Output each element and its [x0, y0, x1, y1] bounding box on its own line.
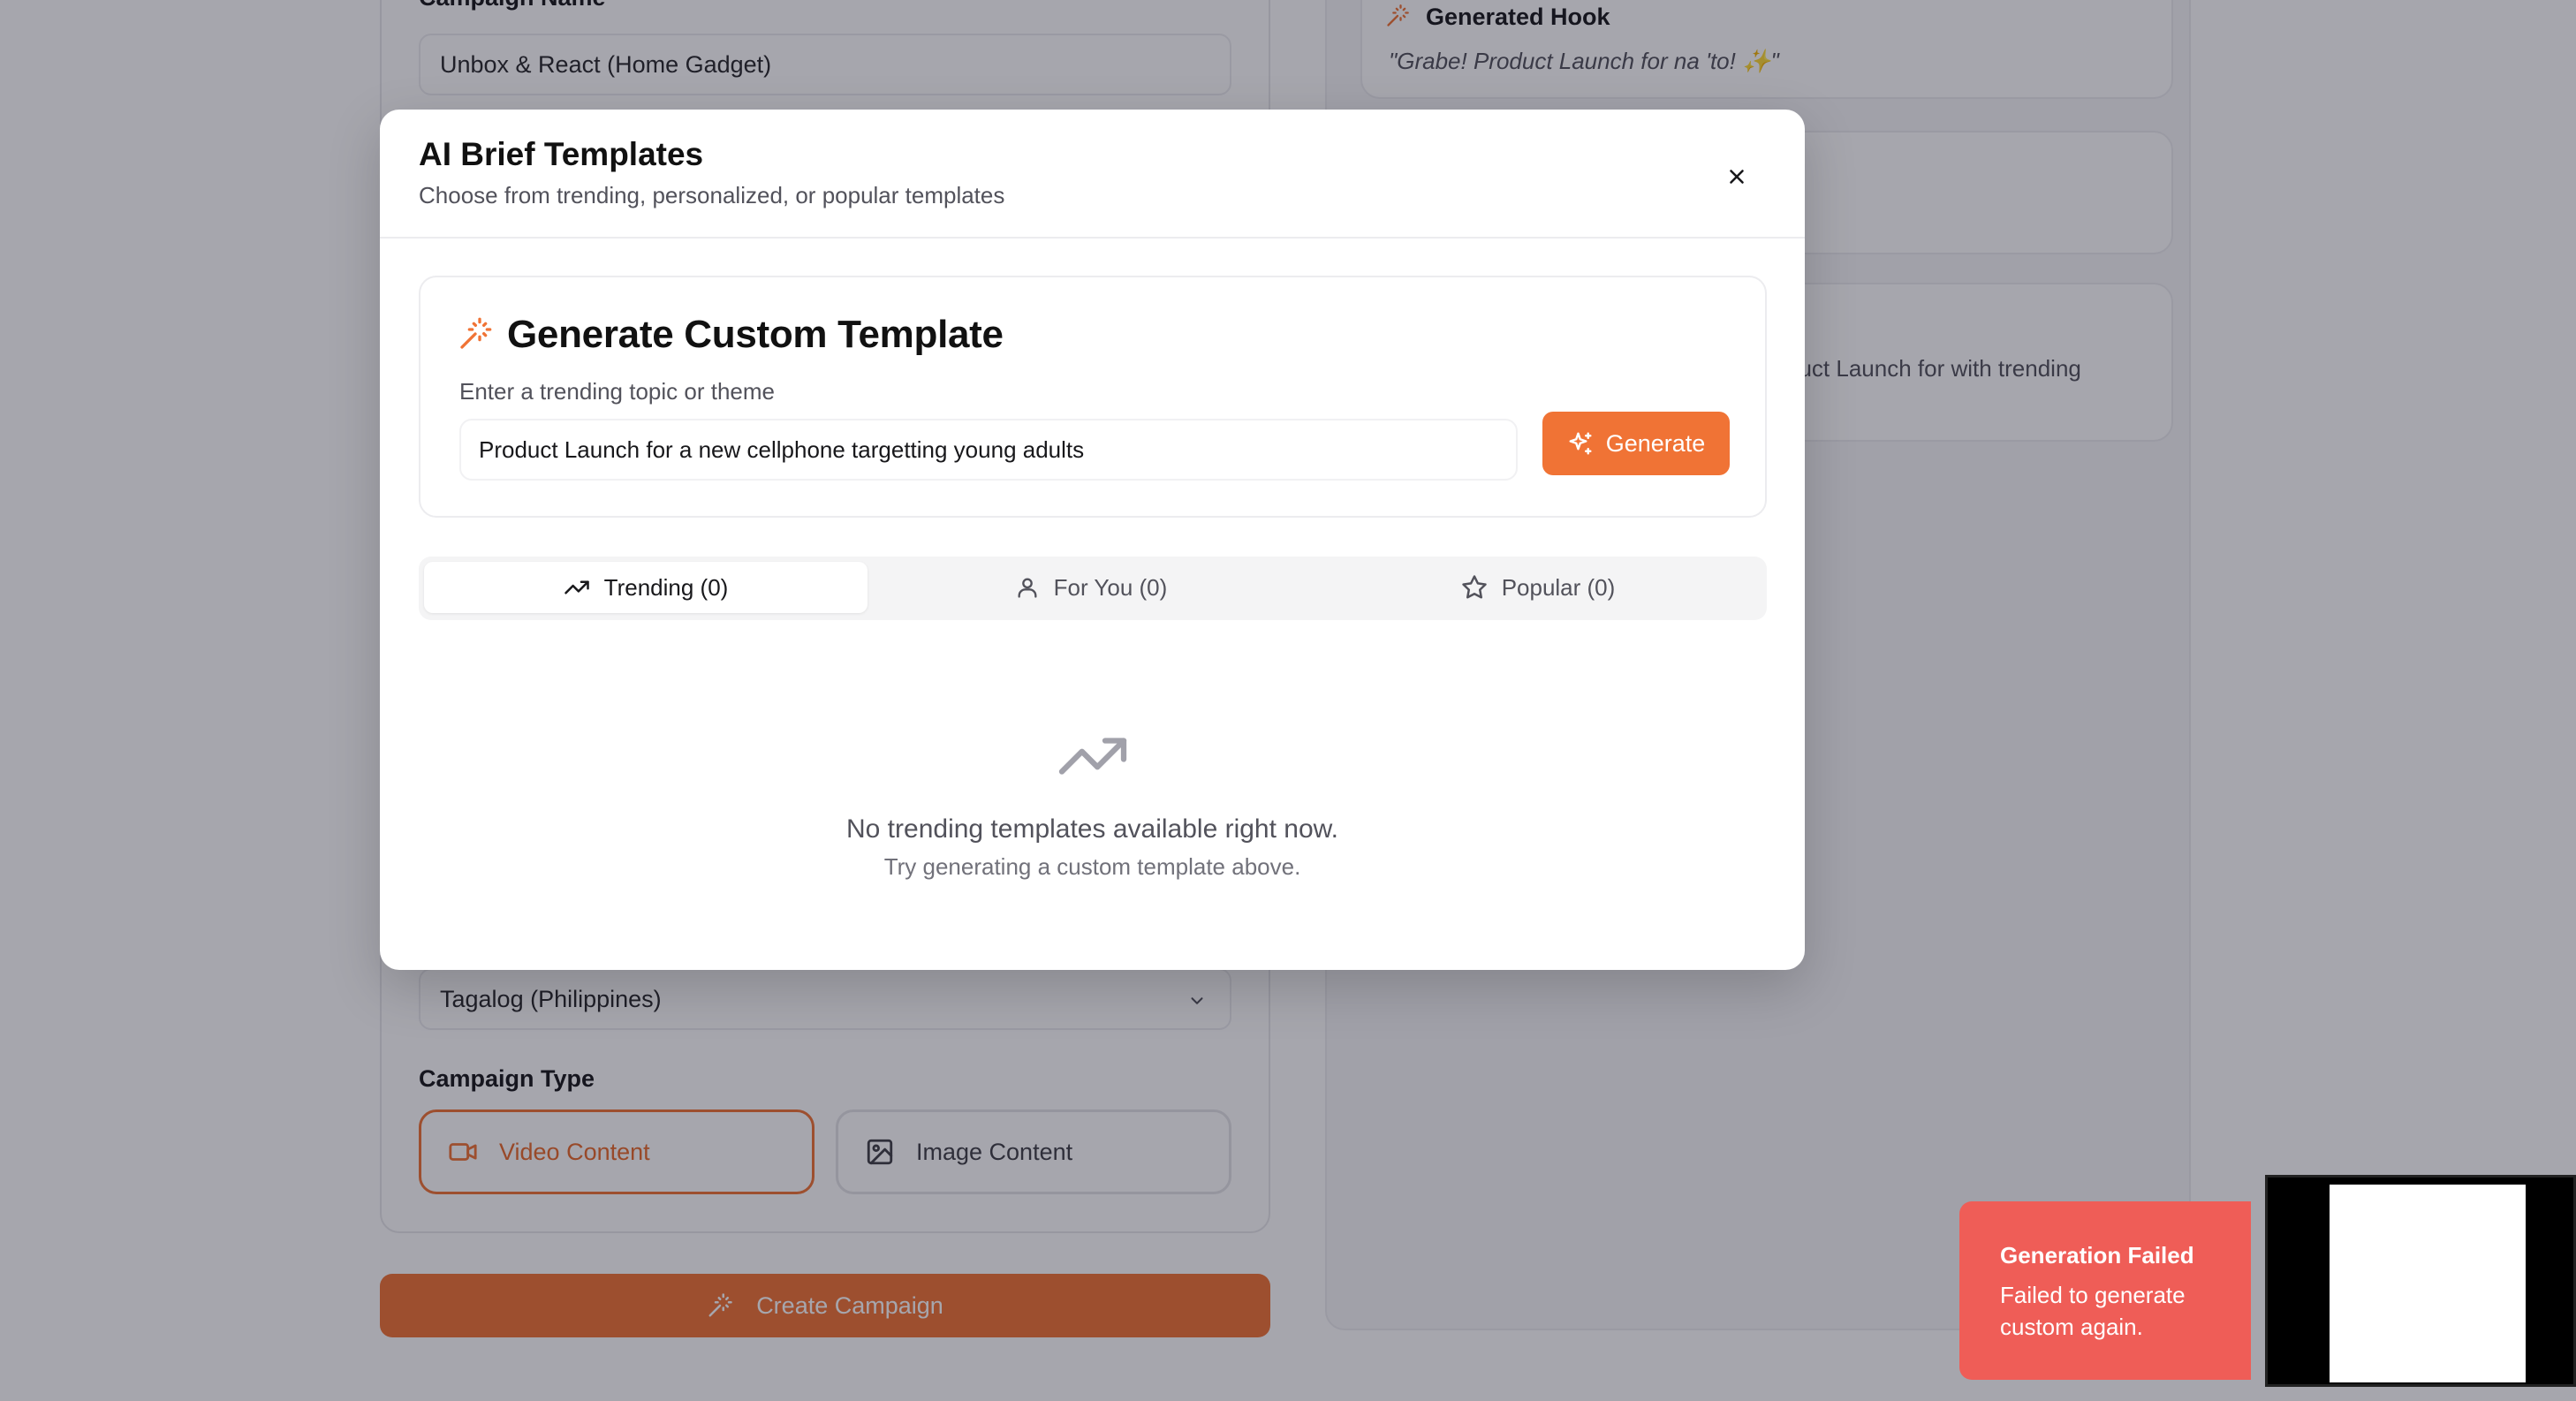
star-icon: [1461, 575, 1487, 599]
error-toast[interactable]: Generation Failed Failed to generate cus…: [1959, 1201, 2251, 1380]
video-preview-thumbnail: [2265, 1175, 2576, 1387]
topic-input[interactable]: [459, 419, 1518, 481]
topic-input-label: Enter a trending topic or theme: [459, 378, 775, 405]
magic-wand-icon: [460, 317, 492, 349]
tab-popular-label: Popular (0): [1501, 573, 1616, 601]
tab-for-you-label: For You (0): [1053, 573, 1168, 601]
trending-up-icon: [1058, 738, 1127, 775]
close-icon: [1730, 170, 1744, 184]
tab-trending-label: Trending (0): [603, 573, 729, 601]
generate-button[interactable]: Generate: [1542, 412, 1730, 475]
toast-title: Generation Failed: [2000, 1242, 2194, 1268]
sparkles-icon: [1569, 432, 1592, 455]
tab-popular[interactable]: Popular (0): [1316, 562, 1760, 613]
modal-header: AI Brief Templates Choose from trending,…: [380, 110, 1805, 239]
generate-button-label: Generate: [1605, 429, 1706, 457]
template-tabs: Trending (0) For You (0) Popular (0): [419, 557, 1767, 620]
video-preview-frame: [2330, 1185, 2526, 1382]
ai-brief-templates-modal: AI Brief Templates Choose from trending,…: [380, 110, 1805, 970]
trending-up-icon: [564, 580, 589, 594]
empty-state-subtitle: Try generating a custom template above.: [883, 853, 1301, 880]
generate-card-title: Generate Custom Template: [507, 313, 1004, 356]
empty-state-title: No trending templates available right no…: [846, 814, 1338, 844]
toast-description: Failed to generate custom again.: [2000, 1282, 2186, 1340]
modal-title: AI Brief Templates: [419, 136, 704, 172]
modal-subtitle: Choose from trending, personalized, or p…: [419, 182, 1005, 208]
close-button[interactable]: [1717, 157, 1756, 196]
tab-for-you[interactable]: For You (0): [869, 562, 1313, 613]
user-icon: [1018, 578, 1037, 598]
generate-custom-template-card: Generate Custom Template Enter a trendin…: [419, 276, 1767, 518]
tab-trending[interactable]: Trending (0): [424, 562, 868, 613]
